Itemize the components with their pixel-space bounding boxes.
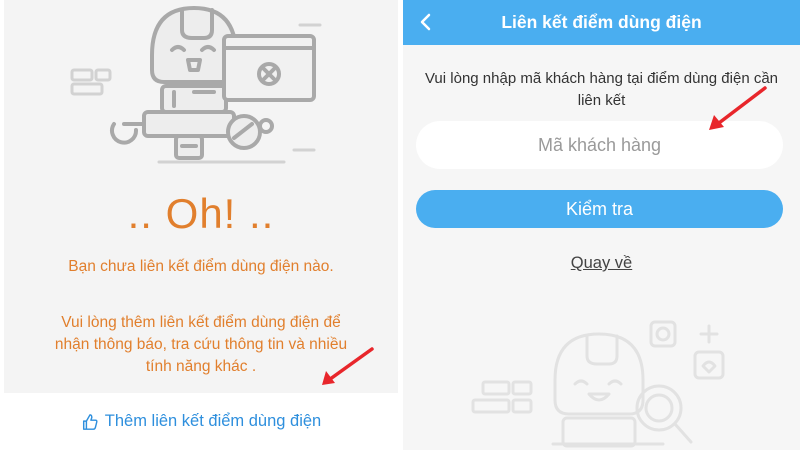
check-button[interactable]: Kiểm tra	[416, 190, 783, 228]
no-link-message: Bạn chưa liên kết điểm dùng điện nào.	[68, 258, 334, 275]
app-header: Liên kết điểm dùng điện	[403, 0, 800, 45]
annotation-arrow-icon	[709, 86, 767, 130]
add-link-hint: Vui lòng thêm liên kết điểm dùng điện để…	[54, 314, 348, 375]
oh-heading: .. Oh! ..	[127, 190, 275, 237]
no-linked-point-screen: .. Oh! .. Bạn chưa liên kết điểm dùng đi…	[4, 0, 398, 450]
robot-illustration	[70, 6, 322, 164]
chevron-left-icon[interactable]	[413, 8, 437, 36]
link-point-screen: Liên kết điểm dùng điện Vui lòng nhập mã…	[403, 0, 800, 450]
back-link[interactable]: Quay về	[403, 254, 800, 273]
add-link-label: Thêm liên kết điểm dùng điện	[104, 412, 322, 430]
page-title: Liên kết điểm dùng điện	[501, 12, 702, 32]
annotation-arrow-icon	[322, 347, 374, 385]
thumbs-up-icon	[82, 413, 98, 430]
robot-illustration	[471, 320, 725, 448]
add-link-button[interactable]: Thêm liên kết điểm dùng điện	[4, 393, 398, 450]
